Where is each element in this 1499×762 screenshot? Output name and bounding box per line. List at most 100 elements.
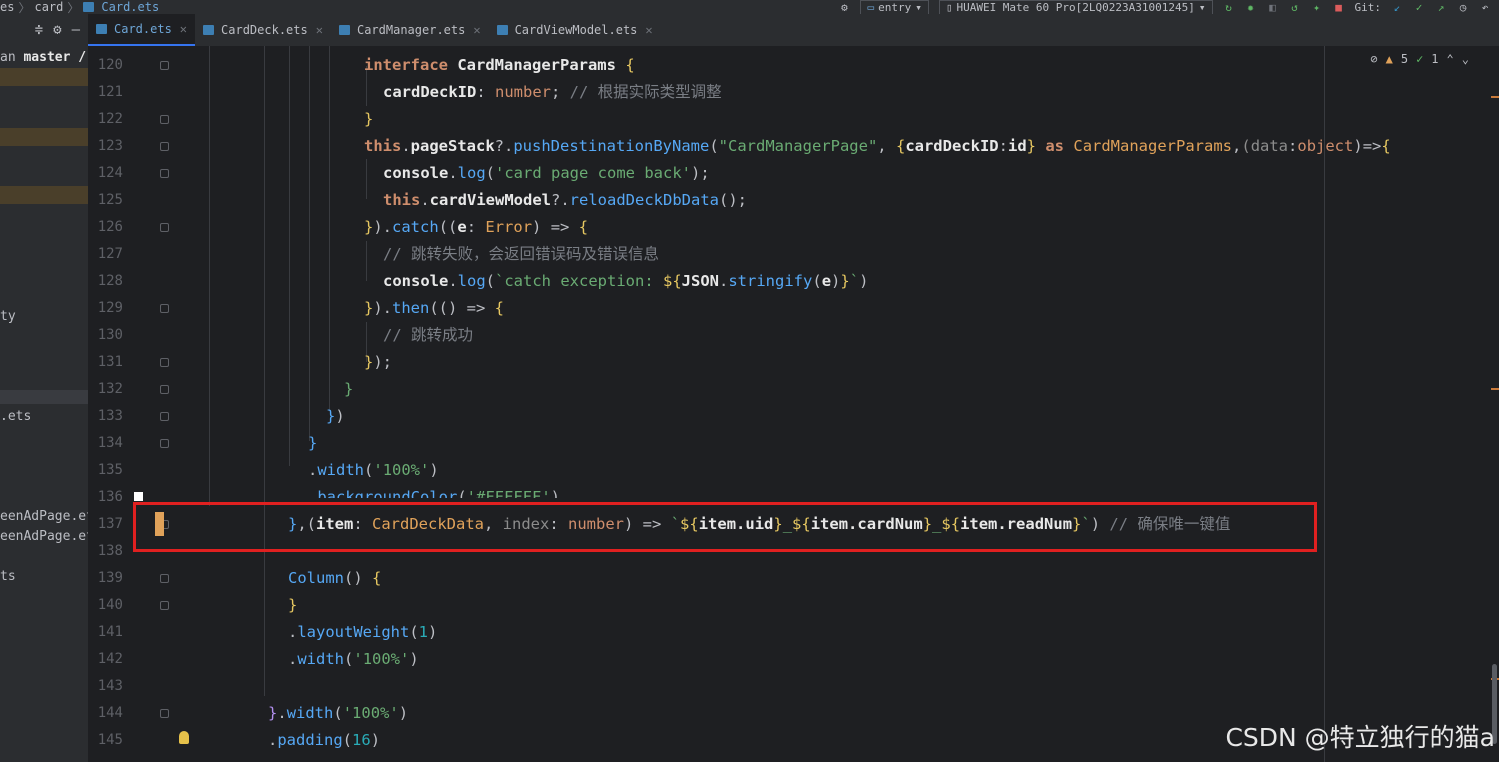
- fold-marker[interactable]: [160, 439, 169, 448]
- tab-card-ets[interactable]: Card.ets ✕: [88, 14, 196, 46]
- file-icon: [96, 24, 107, 34]
- code-line-132: }: [344, 380, 354, 398]
- line-number: 126: [97, 219, 123, 235]
- apply-changes-icon[interactable]: ↺: [1289, 1, 1301, 14]
- eye-off-icon[interactable]: ⊘: [1370, 52, 1377, 66]
- fold-marker[interactable]: [160, 709, 169, 718]
- project-panel: an master / ty .ets eenAdPage.et eenAdPa…: [0, 46, 88, 762]
- git-push-icon[interactable]: ↗: [1435, 1, 1447, 14]
- branch-row[interactable]: an master /: [0, 49, 88, 67]
- breadcrumb-separator: 〉: [18, 0, 31, 15]
- project-tree-item[interactable]: eenAdPage.et: [0, 528, 88, 546]
- file-icon: [83, 2, 95, 12]
- line-number: 131: [97, 354, 123, 370]
- code-line-135: .width('100%'): [308, 461, 439, 479]
- chevron-down-icon: ▾: [1198, 0, 1206, 14]
- code-line-139: Column() {: [288, 569, 382, 587]
- project-tree-item[interactable]: ts: [0, 568, 88, 586]
- fold-marker[interactable]: [160, 574, 169, 583]
- editor-tabs: ≑ ⚙ — Card.ets ✕ CardDeck.ets ✕ CardMana…: [0, 14, 1499, 47]
- warning-count: 5: [1400, 52, 1409, 66]
- chevron-up-icon[interactable]: ⌃: [1447, 52, 1454, 66]
- breadcrumb-item[interactable]: card: [34, 0, 63, 14]
- close-icon[interactable]: ✕: [180, 22, 187, 36]
- code-line-144: }.width('100%'): [268, 704, 409, 722]
- indent-guide: [366, 159, 367, 199]
- fold-marker[interactable]: [160, 142, 169, 151]
- inspection-widget[interactable]: ⊘ ▲ 5 ✓ 1 ⌃ ⌄: [1370, 52, 1469, 66]
- fold-marker[interactable]: [160, 169, 169, 178]
- breadcrumb-item[interactable]: Card.ets: [101, 0, 159, 14]
- close-icon[interactable]: ✕: [316, 23, 323, 37]
- line-number: 133: [97, 408, 123, 424]
- line-number: 136: [97, 489, 123, 505]
- line-number: 127: [97, 246, 123, 262]
- check-count: 1: [1431, 52, 1439, 66]
- line-number: 122: [97, 111, 123, 127]
- stop-icon[interactable]: ■: [1333, 1, 1345, 14]
- gear-icon[interactable]: ⚙: [53, 22, 61, 38]
- fold-marker[interactable]: [160, 412, 169, 421]
- indent-guide: [264, 46, 265, 696]
- module-selector[interactable]: ▭ entry ▾: [860, 0, 929, 14]
- line-number: 128: [97, 273, 123, 289]
- tab-cardmanager-ets[interactable]: CardManager.ets ✕: [331, 14, 489, 46]
- fold-marker[interactable]: [160, 223, 169, 232]
- line-number: 129: [97, 300, 123, 316]
- module-label: entry: [878, 0, 912, 14]
- fold-marker[interactable]: [160, 61, 169, 70]
- fold-marker[interactable]: [160, 601, 169, 610]
- fold-marker[interactable]: [160, 115, 169, 124]
- selected-row: [0, 390, 88, 404]
- project-tree-item[interactable]: eenAdPage.et: [0, 508, 88, 526]
- top-toolbar: es 〉 card 〉 Card.ets ⚙ ▭ entry ▾ ▯ HUAWE…: [0, 0, 1499, 14]
- code-line-121: cardDeckID: number; // 根据实际类型调整: [383, 83, 722, 101]
- code-line-134: }: [308, 434, 318, 452]
- history-icon[interactable]: ◷: [1457, 1, 1469, 14]
- line-number: 134: [97, 435, 123, 451]
- lightbulb-icon[interactable]: [179, 731, 189, 744]
- warning-icon: ▲: [1385, 52, 1393, 66]
- line-number: 144: [97, 705, 123, 721]
- tab-cardviewmodel-ets[interactable]: CardViewModel.ets ✕: [489, 14, 661, 46]
- line-number: 123: [97, 138, 123, 154]
- breadcrumb-item[interactable]: es: [0, 0, 14, 14]
- chevron-down-icon[interactable]: ⌄: [1462, 52, 1469, 66]
- device-selector[interactable]: ▯ HUAWEI Mate 60 Pro[2LQ0223A31001245] ▾: [938, 0, 1213, 14]
- fold-marker[interactable]: [160, 304, 169, 313]
- profile-icon[interactable]: ✦: [1311, 1, 1323, 14]
- project-tree-item[interactable]: ty: [0, 308, 88, 326]
- code-editor[interactable]: ⊘ ▲ 5 ✓ 1 ⌃ ⌄ 120 121 122 123 124 125 126 127 12…: [89, 46, 1499, 762]
- breakpoint-marker[interactable]: [134, 492, 143, 501]
- project-tree-item[interactable]: .ets: [0, 408, 88, 426]
- attach-debugger-icon[interactable]: ◧: [1267, 1, 1279, 14]
- git-update-icon[interactable]: ↙: [1391, 1, 1403, 14]
- close-icon[interactable]: ✕: [473, 23, 480, 37]
- close-icon[interactable]: ✕: [645, 23, 652, 37]
- indent-guide: [329, 46, 330, 411]
- tab-carddeck-ets[interactable]: CardDeck.ets ✕: [195, 14, 331, 46]
- minimize-icon[interactable]: —: [72, 22, 80, 38]
- code-line-125: this.cardViewModel?.reloadDeckDbData();: [383, 191, 747, 209]
- rollback-icon[interactable]: ↶: [1479, 1, 1491, 14]
- chevron-down-icon: ▾: [915, 0, 922, 14]
- git-label: Git:: [1354, 0, 1382, 14]
- code-line-142: .width('100%'): [288, 650, 419, 668]
- file-icon: [496, 25, 508, 35]
- phone-icon: ▯: [945, 0, 953, 14]
- debug-icon[interactable]: ✹: [1245, 1, 1257, 14]
- code-line-141: .layoutWeight(1): [288, 623, 438, 641]
- device-label: HUAWEI Mate 60 Pro[2LQ0223A31001245]: [956, 0, 1195, 14]
- scrollbar-marker: [1491, 96, 1499, 98]
- file-icon: [338, 25, 350, 35]
- settings-icon[interactable]: ⚙: [838, 1, 850, 14]
- code-line-131: });: [364, 353, 393, 371]
- code-line-122: }: [364, 110, 374, 128]
- fold-marker[interactable]: [160, 358, 169, 367]
- collapse-all-icon[interactable]: ≑: [35, 22, 43, 38]
- indent-guide: [309, 46, 310, 441]
- git-commit-icon[interactable]: ✓: [1413, 1, 1425, 14]
- highlight-annotation-box: [133, 502, 1317, 552]
- rerun-icon[interactable]: ↻: [1223, 1, 1235, 14]
- fold-marker[interactable]: [160, 385, 169, 394]
